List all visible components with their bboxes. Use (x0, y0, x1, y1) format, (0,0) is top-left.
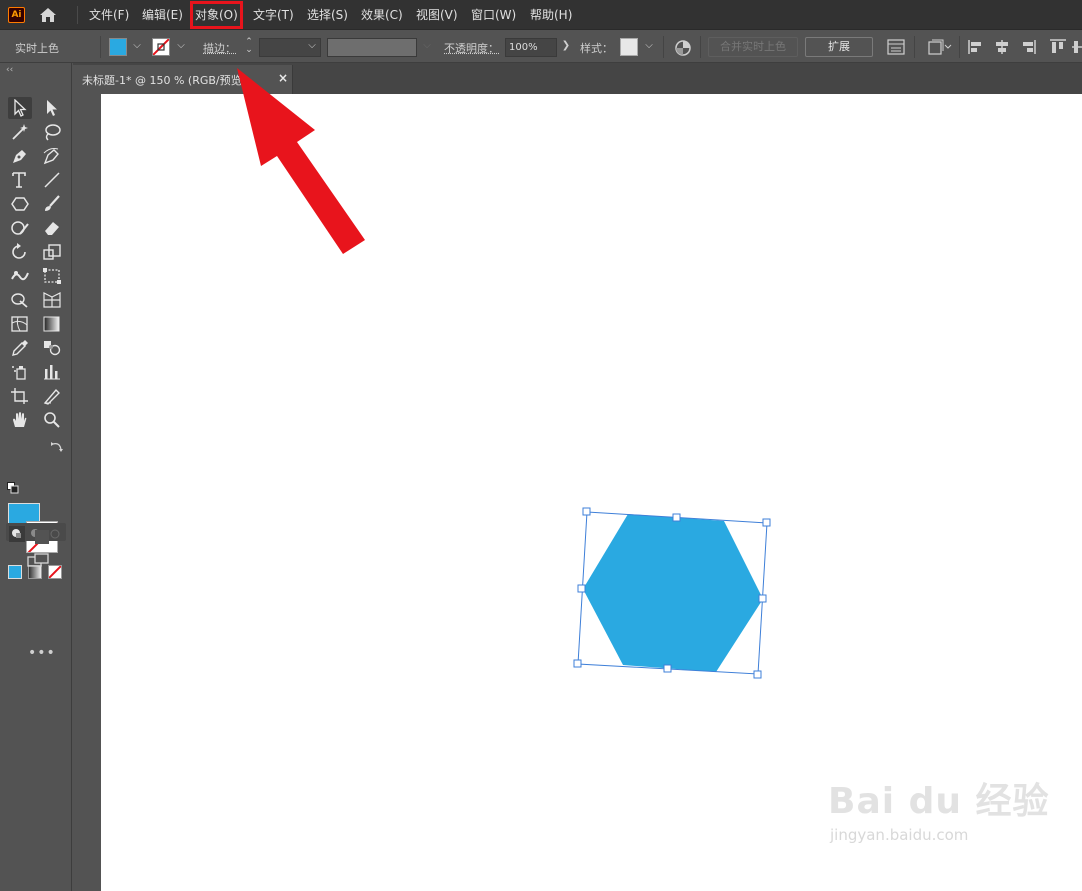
transform-icon[interactable] (928, 39, 952, 55)
shape-builder-tool-icon[interactable] (8, 289, 32, 311)
fill-swatch[interactable] (109, 38, 127, 56)
menu-divider (77, 6, 78, 24)
menu-edit[interactable]: 编辑(E) (142, 6, 183, 24)
merge-live-paint-button[interactable]: 合并实时上色 (708, 37, 798, 57)
watermark-main: Bai du 经验 (828, 781, 1050, 822)
stroke-profile-field[interactable] (327, 38, 417, 57)
divider (700, 36, 701, 58)
align-middle-icon[interactable] (1071, 39, 1082, 55)
chevron-down-icon[interactable]: ⌵ (643, 40, 655, 52)
menu-select[interactable]: 选择(S) (307, 6, 348, 24)
stroke-label[interactable]: 描边： (203, 40, 236, 56)
selection-tool-icon[interactable] (8, 97, 32, 119)
menu-object[interactable]: 对象(O) (190, 1, 243, 29)
recolor-icon[interactable] (674, 39, 692, 56)
column-graph-tool-icon[interactable] (40, 361, 64, 383)
perspective-grid-tool-icon[interactable] (40, 289, 64, 311)
opacity-label[interactable]: 不透明度： (444, 40, 499, 56)
mesh-tool-icon[interactable] (8, 313, 32, 335)
direct-selection-tool-icon[interactable] (40, 97, 64, 119)
stepper-icon[interactable]: ⌃ ⌄ (243, 38, 255, 55)
magic-wand-tool-icon[interactable] (8, 121, 32, 143)
expand-button[interactable]: 扩展 (805, 37, 873, 57)
collapse-icon[interactable]: ‹‹ (6, 65, 13, 75)
default-colors-icon[interactable] (5, 480, 19, 494)
align-center-icon[interactable] (993, 39, 1011, 55)
chevron-down-icon: ⌵ (423, 40, 431, 51)
type-tool-icon[interactable] (8, 169, 32, 191)
menu-file[interactable]: 文件(F) (89, 6, 129, 24)
divider (663, 36, 664, 58)
tools-panel: ‹‹ ••• (0, 63, 72, 891)
watermark-url: jingyan.baidu.com (830, 826, 969, 844)
divider (959, 36, 960, 58)
chevron-down-icon[interactable]: ⌵ (175, 40, 187, 52)
menu-effect[interactable]: 效果(C) (361, 6, 403, 24)
lasso-tool-icon[interactable] (40, 121, 64, 143)
menu-view[interactable]: 视图(V) (416, 6, 458, 24)
align-left-icon[interactable] (967, 39, 985, 55)
app-logo: Ai (8, 7, 25, 23)
style-label: 样式： (580, 42, 613, 55)
align-right-icon[interactable] (1019, 39, 1037, 55)
free-transform-tool-icon[interactable] (40, 265, 64, 287)
pen-tool-icon[interactable] (8, 145, 32, 167)
color-mode-icon[interactable] (8, 565, 22, 579)
eraser-tool-icon[interactable] (40, 217, 64, 239)
menu-type[interactable]: 文字(T) (253, 6, 294, 24)
stroke-swatch[interactable] (152, 38, 170, 56)
screen-mode-icon[interactable] (24, 550, 50, 568)
paintbrush-tool-icon[interactable] (40, 193, 64, 215)
watermark: Bai du 经验 jingyan.baidu.com (828, 772, 1050, 844)
eyedropper-tool-icon[interactable] (8, 337, 32, 359)
align-top-icon[interactable] (1049, 39, 1067, 55)
home-icon[interactable] (38, 6, 58, 24)
symbol-sprayer-tool-icon[interactable] (8, 361, 32, 383)
hand-tool-icon[interactable] (8, 409, 32, 431)
blend-tool-icon[interactable] (40, 337, 64, 359)
menu-bar: Ai 文件(F) 编辑(E) 对象(O) 文字(T) 选择(S) 效果(C) 视… (0, 0, 1082, 30)
chevron-right-icon[interactable]: ❯ (560, 40, 572, 52)
style-swatch[interactable] (620, 38, 638, 56)
zoom-tool-icon[interactable] (40, 409, 64, 431)
shaper-tool-icon[interactable] (8, 217, 32, 239)
hexagon-shape[interactable] (583, 514, 763, 672)
menu-window[interactable]: 窗口(W) (471, 6, 516, 24)
divider (100, 36, 101, 58)
chevron-down-icon[interactable]: ⌵ (131, 40, 143, 52)
line-tool-icon[interactable] (40, 169, 64, 191)
polygon-tool-icon[interactable] (8, 193, 32, 215)
panel-options-icon[interactable] (887, 39, 905, 55)
divider (914, 36, 915, 58)
warp-tool-icon[interactable] (8, 265, 32, 287)
live-paint-label: 实时上色 (15, 42, 59, 55)
artboard-tool-icon[interactable] (8, 385, 32, 407)
scale-tool-icon[interactable] (40, 241, 64, 263)
chevron-down-icon[interactable]: ⌵ (306, 40, 318, 52)
gradient-tool-icon[interactable] (40, 313, 64, 335)
curvature-tool-icon[interactable] (40, 145, 64, 167)
rotate-tool-icon[interactable] (8, 241, 32, 263)
control-bar: 实时上色 ⌵ ⌵ 描边： ⌃ ⌄ ⌵ ⌵ 不透明度： 100% ❯ 样式： ⌵ 合… (0, 31, 1082, 63)
opacity-field[interactable]: 100% (505, 38, 557, 57)
swap-colors-icon[interactable] (48, 438, 64, 452)
document-tab-title: 未标题-1* @ 150 % (RGB/预览) (82, 74, 246, 87)
annotation-arrow (237, 68, 365, 254)
menu-help[interactable]: 帮助(H) (530, 6, 572, 24)
slice-tool-icon[interactable] (40, 385, 64, 407)
more-tools-icon[interactable]: ••• (28, 645, 56, 661)
